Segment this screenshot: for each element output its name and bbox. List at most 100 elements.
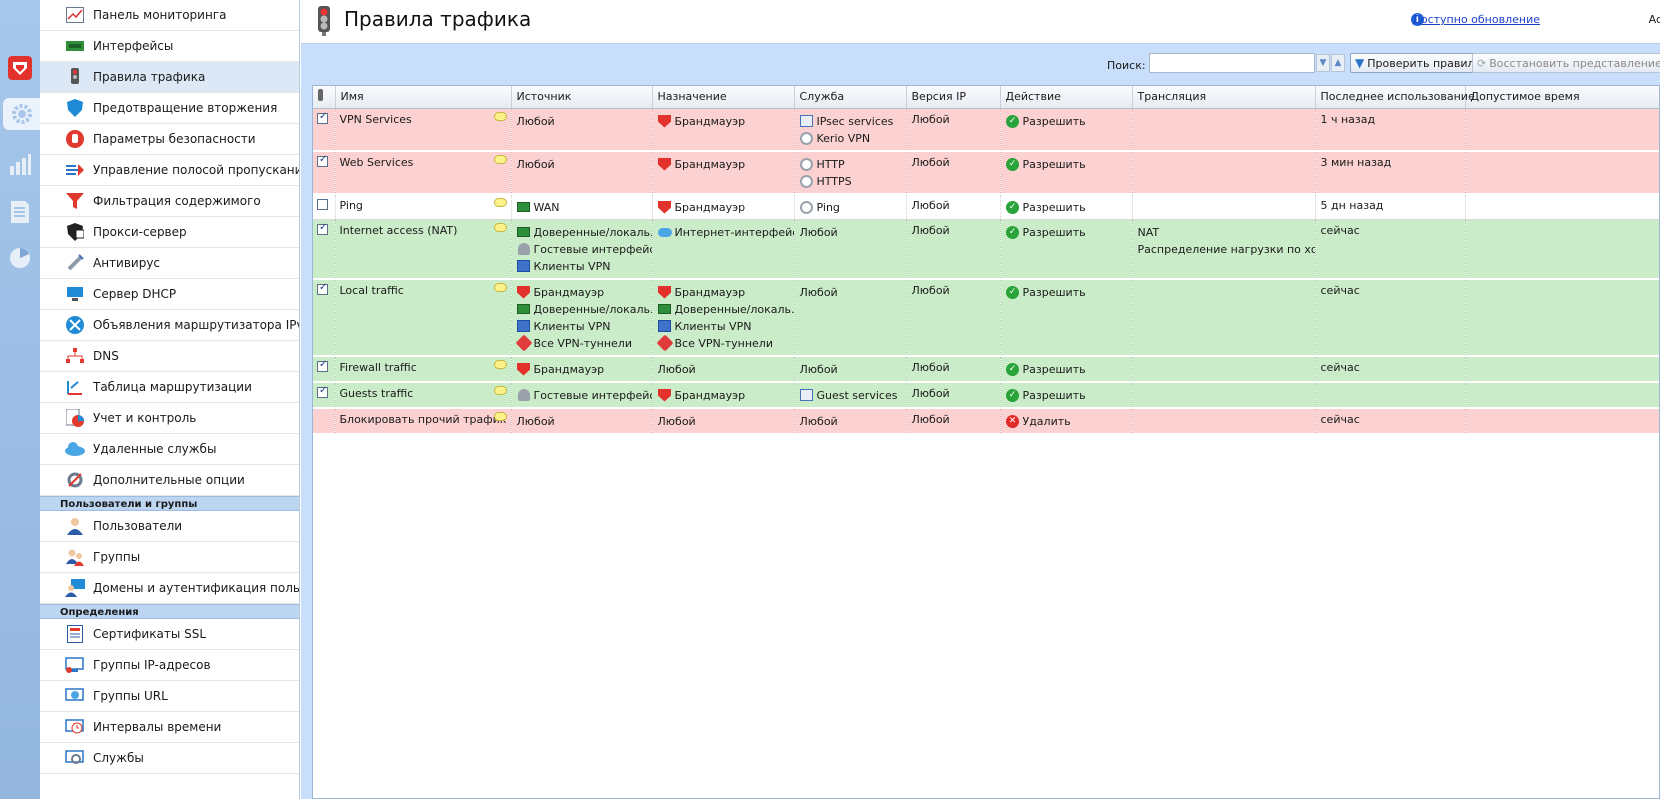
rule-enabled-checkbox[interactable]: [317, 198, 328, 210]
search-input[interactable]: [1149, 53, 1315, 73]
rule-name-cell[interactable]: Ping: [335, 193, 512, 220]
firewall-app-icon[interactable]: [4, 52, 36, 84]
rule-destination-cell[interactable]: Интернет-интерфейсы: [652, 219, 795, 280]
update-available-link[interactable]: Доступно обновление: [1412, 13, 1540, 26]
rule-source-cell[interactable]: Любой: [511, 108, 653, 152]
sidebar-item-users-0[interactable]: Пользователи: [40, 511, 299, 542]
rule-enabled-checkbox[interactable]: [317, 154, 328, 167]
sidebar-item-main-8[interactable]: Антивирус: [40, 248, 299, 279]
rule-translation-cell[interactable]: [1132, 407, 1316, 435]
rule-action-cell[interactable]: ✓ Разрешить: [1000, 150, 1133, 195]
sidebar-item-main-2[interactable]: Правила трафика: [40, 62, 299, 93]
sidebar-item-main-15[interactable]: Дополнительные опции: [40, 465, 299, 496]
rule-destination-cell[interactable]: Брандмауэр: [652, 381, 795, 409]
rule-action-cell[interactable]: ✓ Разрешить: [1000, 219, 1133, 280]
rule-service-cell[interactable]: Любой: [794, 278, 907, 357]
rule-translation-cell[interactable]: NAT Распределение нагрузки по хостам: [1132, 219, 1316, 280]
rule-translation-cell[interactable]: [1132, 150, 1316, 195]
rule-destination-cell[interactable]: Брандмауэр: [652, 193, 795, 220]
rule-action-cell[interactable]: ✓ Разрешить: [1000, 381, 1133, 409]
rule-name-cell[interactable]: Local traffic: [335, 278, 512, 357]
rule-name-cell[interactable]: Guests traffic: [335, 381, 512, 409]
sidebar-item-defs-0[interactable]: Сертификаты SSL: [40, 619, 299, 650]
rule-enabled-checkbox[interactable]: [317, 222, 328, 235]
column-header-name[interactable]: Имя: [335, 86, 512, 109]
rule-ip-version-cell[interactable]: Любой: [906, 381, 1001, 409]
rule-service-cell[interactable]: Любой: [794, 355, 907, 383]
rule-enabled-checkbox[interactable]: [317, 385, 328, 398]
sidebar-item-main-1[interactable]: Интерфейсы: [40, 31, 299, 62]
rule-valid-time-cell[interactable]: [1465, 407, 1659, 435]
rule-source-cell[interactable]: Брандмауэр: [511, 355, 653, 383]
rule-action-cell[interactable]: ✓ Разрешить: [1000, 108, 1133, 152]
rule-source-cell[interactable]: Доверенные/локаль... Гостевые интерфейсы К…: [511, 219, 653, 280]
comment-icon[interactable]: [493, 359, 507, 369]
rule-ip-version-cell[interactable]: Любой: [906, 108, 1001, 152]
rule-destination-cell[interactable]: Любой: [652, 407, 795, 435]
restore-view-button[interactable]: ⟳ Восстановить представление: [1472, 53, 1660, 73]
column-header-valid-time[interactable]: Допустимое время: [1465, 86, 1659, 109]
table-row[interactable]: Local traffic Брандмауэр Доверенные/локаль…: [313, 278, 1659, 357]
sidebar-item-main-4[interactable]: Параметры безопасности: [40, 124, 299, 155]
comment-icon[interactable]: [493, 111, 507, 121]
rule-source-cell[interactable]: Любой: [511, 407, 653, 435]
rule-name-cell[interactable]: Блокировать прочий трафик: [335, 407, 512, 435]
rule-action-cell[interactable]: ✓ Разрешить: [1000, 355, 1133, 383]
check-rules-button[interactable]: ▼ Проверить правила: [1350, 53, 1488, 73]
sidebar-item-main-6[interactable]: Фильтрация содержимого: [40, 186, 299, 217]
table-row[interactable]: Блокировать прочий трафик Любой Любой Любой…: [313, 407, 1659, 435]
rule-name-cell[interactable]: VPN Services: [335, 108, 512, 152]
rule-service-cell[interactable]: Ping: [794, 193, 907, 220]
rule-destination-cell[interactable]: Брандмауэр: [652, 108, 795, 152]
rule-action-cell[interactable]: ✓ Разрешить: [1000, 278, 1133, 357]
rule-valid-time-cell[interactable]: [1465, 355, 1659, 383]
rule-valid-time-cell[interactable]: [1465, 278, 1659, 357]
rule-source-cell[interactable]: WAN: [511, 193, 653, 220]
rule-valid-time-cell[interactable]: [1465, 108, 1659, 152]
statistics-app-icon[interactable]: [4, 148, 36, 180]
rule-enabled-checkbox[interactable]: [317, 282, 328, 295]
column-header-ip-version[interactable]: Версия IP: [906, 86, 1001, 109]
comment-icon[interactable]: [493, 222, 507, 232]
rule-enabled-checkbox[interactable]: [317, 111, 328, 124]
column-header-source[interactable]: Источник: [511, 86, 653, 109]
sidebar-item-users-1[interactable]: Группы: [40, 542, 299, 573]
rule-service-cell[interactable]: HTTP HTTPS: [794, 150, 907, 195]
rule-destination-cell[interactable]: Брандмауэр: [652, 150, 795, 195]
column-header-service[interactable]: Служба: [794, 86, 907, 109]
rule-ip-version-cell[interactable]: Любой: [906, 219, 1001, 280]
rule-ip-version-cell[interactable]: Любой: [906, 355, 1001, 383]
rule-service-cell[interactable]: Любой: [794, 219, 907, 280]
rule-service-cell[interactable]: Guest services: [794, 381, 907, 409]
sidebar-item-main-0[interactable]: Панель мониторинга: [40, 0, 299, 31]
column-header-destination[interactable]: Назначение: [652, 86, 795, 109]
search-prev-icon[interactable]: ▲: [1331, 54, 1345, 72]
comment-icon[interactable]: [493, 197, 507, 207]
rule-translation-cell[interactable]: [1132, 381, 1316, 409]
rule-translation-cell[interactable]: [1132, 193, 1316, 220]
search-next-icon[interactable]: ▼: [1316, 54, 1330, 72]
comment-icon[interactable]: [493, 154, 507, 164]
table-row[interactable]: Ping WAN Брандмауэр Ping Любой ✓ Разрешить 5 дн…: [313, 193, 1659, 220]
comment-icon[interactable]: [493, 411, 507, 421]
rule-valid-time-cell[interactable]: [1465, 381, 1659, 409]
sidebar-item-main-9[interactable]: Сервер DHCP: [40, 279, 299, 310]
logs-app-icon[interactable]: [4, 196, 36, 228]
column-header-last-used[interactable]: Последнее использование: [1315, 86, 1475, 109]
rule-translation-cell[interactable]: [1132, 355, 1316, 383]
table-row[interactable]: Firewall traffic Брандмауэр Любой Любой Любо…: [313, 355, 1659, 383]
rule-translation-cell[interactable]: [1132, 278, 1316, 357]
sidebar-item-main-13[interactable]: Учет и контроль: [40, 403, 299, 434]
table-row[interactable]: VPN Services Любой Брандмауэр IPsec service…: [313, 108, 1659, 152]
sidebar-item-main-7[interactable]: Прокси-сервер: [40, 217, 299, 248]
sidebar-item-main-3[interactable]: Предотвращение вторжения: [40, 93, 299, 124]
rule-name-cell[interactable]: Web Services: [335, 150, 512, 195]
column-header-action[interactable]: Действие: [1000, 86, 1133, 109]
sidebar-item-defs-4[interactable]: Службы: [40, 743, 299, 774]
comment-icon[interactable]: [493, 282, 507, 292]
sidebar-item-defs-2[interactable]: Группы URL: [40, 681, 299, 712]
rule-action-cell[interactable]: ✓ Разрешить: [1000, 193, 1133, 220]
comment-icon[interactable]: [493, 385, 507, 395]
column-header-status[interactable]: [313, 86, 336, 109]
table-row[interactable]: Web Services Любой Брандмауэр HTTP HTTPS Любо…: [313, 150, 1659, 195]
